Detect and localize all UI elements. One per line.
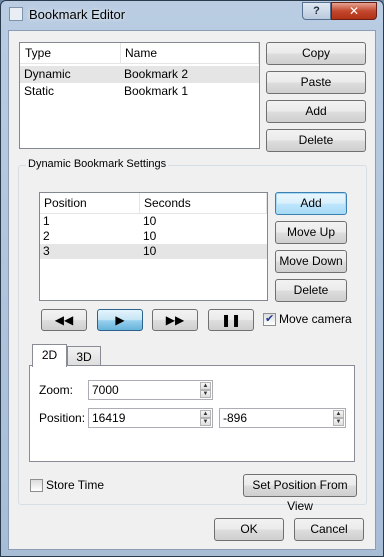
help-button[interactable]: ? xyxy=(302,2,331,20)
skip-back-icon: ◀◀ xyxy=(54,313,74,327)
copy-button[interactable]: Copy xyxy=(266,42,366,65)
fast-forward-icon: ▶▶ xyxy=(165,313,185,327)
window-title: Bookmark Editor xyxy=(29,7,126,22)
zoom-label: Zoom: xyxy=(39,383,74,397)
add-bookmark-button[interactable]: Add xyxy=(266,100,366,123)
move-down-button[interactable]: Move Down xyxy=(275,250,347,273)
position-row[interactable]: 3 10 xyxy=(40,244,267,259)
column-header-type[interactable]: Type xyxy=(25,46,51,60)
rewind-button[interactable]: ◀◀ xyxy=(41,309,87,331)
column-divider xyxy=(266,193,267,213)
play-icon: ▶ xyxy=(115,313,125,327)
position-label: Position: xyxy=(39,411,86,425)
app-icon xyxy=(9,7,23,21)
add-position-button[interactable]: Add xyxy=(275,192,347,215)
column-header-position[interactable]: Position xyxy=(44,196,87,210)
move-camera-label: Move camera xyxy=(279,312,352,326)
column-divider xyxy=(258,43,259,63)
column-divider xyxy=(120,43,121,63)
position-list[interactable]: Position Seconds 1 10 2 10 3 10 xyxy=(39,192,268,301)
bookmark-row[interactable]: Static Bookmark 1 xyxy=(20,83,259,100)
set-position-from-view-button[interactable]: Set Position From View xyxy=(243,474,357,513)
ok-button[interactable]: OK xyxy=(214,518,284,541)
position-x-spinbox[interactable]: 16419 ▲ ▼ xyxy=(88,408,213,428)
dialog-client-area: Type Name Dynamic Bookmark 2 Static Book… xyxy=(8,30,376,550)
column-divider xyxy=(139,193,140,213)
title-bar[interactable]: Bookmark Editor ? ✕ xyxy=(1,1,383,29)
bookmark-name: Bookmark 1 xyxy=(124,84,189,98)
column-header-name[interactable]: Name xyxy=(125,46,157,60)
move-camera-checkbox[interactable] xyxy=(263,312,276,326)
position-x-value: 16419 xyxy=(92,411,126,425)
position-number: 2 xyxy=(43,229,50,243)
column-header-seconds[interactable]: Seconds xyxy=(144,196,191,210)
bookmark-editor-window: Bookmark Editor ? ✕ Type Name Dynamic Bo… xyxy=(0,0,384,557)
tab-2d[interactable]: 2D xyxy=(32,344,67,367)
spin-up-icon[interactable]: ▲ xyxy=(200,410,211,418)
pause-button[interactable]: ❚❚ xyxy=(208,309,254,331)
paste-button[interactable]: Paste xyxy=(266,71,366,94)
position-y-spinbox[interactable]: -896 ▲ ▼ xyxy=(219,408,346,428)
position-seconds: 10 xyxy=(143,244,157,258)
spin-down-icon[interactable]: ▼ xyxy=(333,418,344,426)
cancel-button[interactable]: Cancel xyxy=(294,518,364,541)
position-row[interactable]: 2 10 xyxy=(40,229,267,244)
delete-position-button[interactable]: Delete xyxy=(275,279,347,302)
position-list-header: Position Seconds xyxy=(40,193,267,214)
bookmark-type: Dynamic xyxy=(24,67,71,81)
zoom-value: 7000 xyxy=(92,383,119,397)
spin-down-icon[interactable]: ▼ xyxy=(200,418,211,426)
zoom-spinbox[interactable]: 7000 ▲ ▼ xyxy=(88,380,213,400)
position-y-spin-buttons: ▲ ▼ xyxy=(333,410,344,426)
position-y-value: -896 xyxy=(223,411,248,425)
bookmark-name: Bookmark 2 xyxy=(124,67,189,81)
dynamic-settings-title: Dynamic Bookmark Settings xyxy=(26,158,169,170)
position-number: 1 xyxy=(43,214,50,228)
tab-3d[interactable]: 3D xyxy=(67,346,101,367)
bookmark-list[interactable]: Type Name Dynamic Bookmark 2 Static Book… xyxy=(19,42,260,149)
position-seconds: 10 xyxy=(143,214,157,228)
play-button[interactable]: ▶ xyxy=(97,309,143,331)
spin-up-icon[interactable]: ▲ xyxy=(333,410,344,418)
store-time-label: Store Time xyxy=(46,478,105,492)
move-up-button[interactable]: Move Up xyxy=(275,221,347,244)
pause-icon: ❚❚ xyxy=(220,313,242,327)
close-button[interactable]: ✕ xyxy=(331,2,377,20)
bookmark-type: Static xyxy=(24,84,55,98)
position-number: 3 xyxy=(43,244,50,258)
store-time-checkbox[interactable] xyxy=(30,479,43,492)
bookmark-list-header: Type Name xyxy=(20,43,259,64)
position-row[interactable]: 1 10 xyxy=(40,214,267,229)
spin-down-icon[interactable]: ▼ xyxy=(200,390,211,398)
spin-up-icon[interactable]: ▲ xyxy=(200,382,211,390)
zoom-spin-buttons: ▲ ▼ xyxy=(200,382,211,398)
fast-forward-button[interactable]: ▶▶ xyxy=(152,309,198,331)
position-x-spin-buttons: ▲ ▼ xyxy=(200,410,211,426)
position-seconds: 10 xyxy=(143,229,157,243)
delete-bookmark-button[interactable]: Delete xyxy=(266,129,366,152)
bookmark-row[interactable]: Dynamic Bookmark 2 xyxy=(20,66,259,83)
